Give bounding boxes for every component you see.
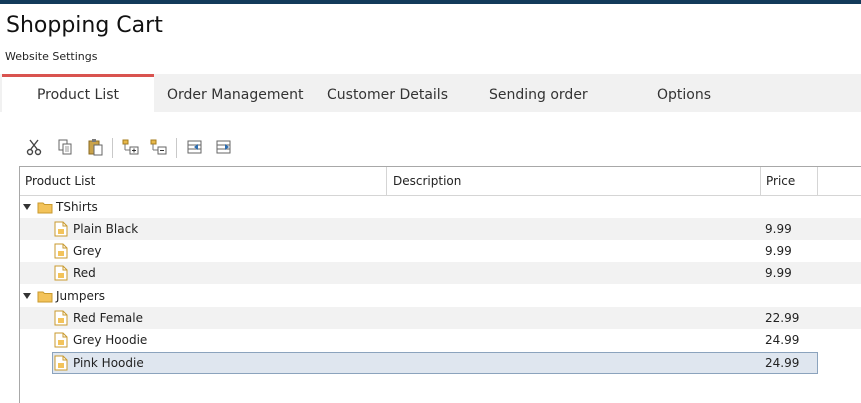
tab-customer-details[interactable]: Customer Details bbox=[327, 74, 448, 112]
item-name: Plain Black bbox=[73, 222, 139, 236]
group-label: Jumpers bbox=[56, 289, 106, 303]
item-name: Red bbox=[73, 266, 96, 280]
outdent-icon[interactable] bbox=[214, 137, 234, 157]
item-name: Pink Hoodie bbox=[73, 356, 144, 370]
document-icon bbox=[54, 221, 68, 240]
paste-icon[interactable] bbox=[86, 137, 106, 157]
table-row[interactable]: Grey 9.99 bbox=[20, 240, 861, 262]
tab-product-list[interactable]: Product List bbox=[2, 74, 154, 112]
item-price: 9.99 bbox=[765, 244, 792, 258]
window-top-bar bbox=[0, 0, 861, 4]
product-tree-grid[interactable]: Product List Description Price TShirts P… bbox=[19, 166, 861, 403]
document-icon bbox=[54, 265, 68, 284]
table-row[interactable]: Plain Black 9.99 bbox=[20, 218, 861, 240]
column-header-description[interactable]: Description bbox=[393, 167, 461, 196]
tree-group-row[interactable]: Jumpers bbox=[20, 285, 861, 307]
column-header-product-list[interactable]: Product List bbox=[25, 167, 95, 196]
copy-icon[interactable] bbox=[56, 137, 76, 157]
toolbar-separator bbox=[112, 138, 113, 158]
cut-icon[interactable] bbox=[24, 137, 44, 157]
item-price: 9.99 bbox=[765, 222, 792, 236]
tree-group-row[interactable]: TShirts bbox=[20, 196, 861, 218]
grid-header: Product List Description Price bbox=[20, 167, 861, 196]
item-price: 24.99 bbox=[765, 333, 800, 347]
table-row[interactable]: Grey Hoodie 24.99 bbox=[20, 329, 861, 351]
expand-collapse-icon[interactable] bbox=[23, 204, 31, 210]
tab-sending-order[interactable]: Sending order bbox=[489, 74, 588, 112]
column-divider[interactable] bbox=[760, 167, 761, 196]
table-row[interactable]: Red Female 22.99 bbox=[20, 307, 861, 329]
document-icon bbox=[54, 355, 68, 374]
indent-icon[interactable] bbox=[185, 137, 205, 157]
tab-order-management[interactable]: Order Management bbox=[167, 74, 303, 112]
page-subtitle: Website Settings bbox=[5, 50, 98, 63]
table-row-selected[interactable]: Pink Hoodie 24.99 bbox=[20, 352, 861, 374]
remove-child-icon[interactable] bbox=[149, 137, 169, 157]
folder-icon bbox=[37, 289, 53, 306]
column-divider[interactable] bbox=[817, 167, 818, 196]
tab-bar: Product List Order Management Customer D… bbox=[0, 74, 861, 112]
group-label: TShirts bbox=[56, 200, 98, 214]
item-name: Grey Hoodie bbox=[73, 333, 148, 347]
expand-collapse-icon[interactable] bbox=[23, 293, 31, 299]
item-name: Grey bbox=[73, 244, 102, 258]
item-price: 22.99 bbox=[765, 311, 800, 325]
document-icon bbox=[54, 310, 68, 329]
column-header-price[interactable]: Price bbox=[766, 167, 795, 196]
table-row[interactable]: Red 9.99 bbox=[20, 262, 861, 284]
folder-icon bbox=[37, 200, 53, 217]
document-icon bbox=[54, 243, 68, 262]
item-name: Red Female bbox=[73, 311, 144, 325]
selection-highlight bbox=[52, 352, 818, 374]
page-title: Shopping Cart bbox=[6, 13, 163, 38]
item-price: 24.99 bbox=[765, 356, 800, 370]
tab-options[interactable]: Options bbox=[657, 74, 711, 112]
column-divider[interactable] bbox=[386, 167, 387, 196]
add-child-icon[interactable] bbox=[121, 137, 141, 157]
item-price: 9.99 bbox=[765, 266, 792, 280]
toolbar-separator bbox=[176, 138, 177, 158]
document-icon bbox=[54, 332, 68, 351]
